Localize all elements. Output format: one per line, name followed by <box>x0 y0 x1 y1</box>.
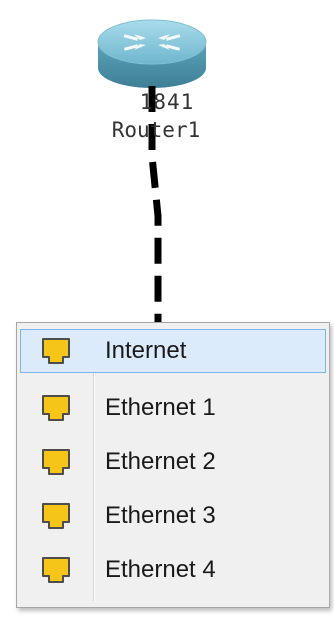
device-name-label: Router1 <box>111 118 201 142</box>
ethernet-port-icon <box>27 498 85 534</box>
menu-item-label: Ethernet 1 <box>105 394 216 421</box>
ethernet-port-icon <box>27 390 85 426</box>
menu-item-port[interactable]: Internet <box>20 329 326 373</box>
ethernet-port-icon <box>27 552 85 588</box>
menu-item-port[interactable]: Ethernet 3 <box>20 489 326 543</box>
port-list: Internet Ethernet 1 Ethernet 2 Ethernet … <box>20 329 326 597</box>
ethernet-port-icon <box>27 444 85 480</box>
menu-item-label: Internet <box>105 337 187 364</box>
menu-item-port[interactable]: Ethernet 2 <box>20 435 326 489</box>
device-model-label: 1841 <box>139 90 195 114</box>
menu-item-port[interactable]: Ethernet 1 <box>20 381 326 435</box>
ethernet-port-icon <box>27 333 85 369</box>
menu-item-port[interactable]: Ethernet 4 <box>20 543 326 597</box>
menu-item-label: Ethernet 4 <box>105 556 216 583</box>
menu-item-label: Ethernet 3 <box>105 502 216 529</box>
menu-item-label: Ethernet 2 <box>105 448 216 475</box>
router-device-icon[interactable] <box>94 14 210 92</box>
port-context-menu: Internet Ethernet 1 Ethernet 2 Ethernet … <box>16 322 330 608</box>
